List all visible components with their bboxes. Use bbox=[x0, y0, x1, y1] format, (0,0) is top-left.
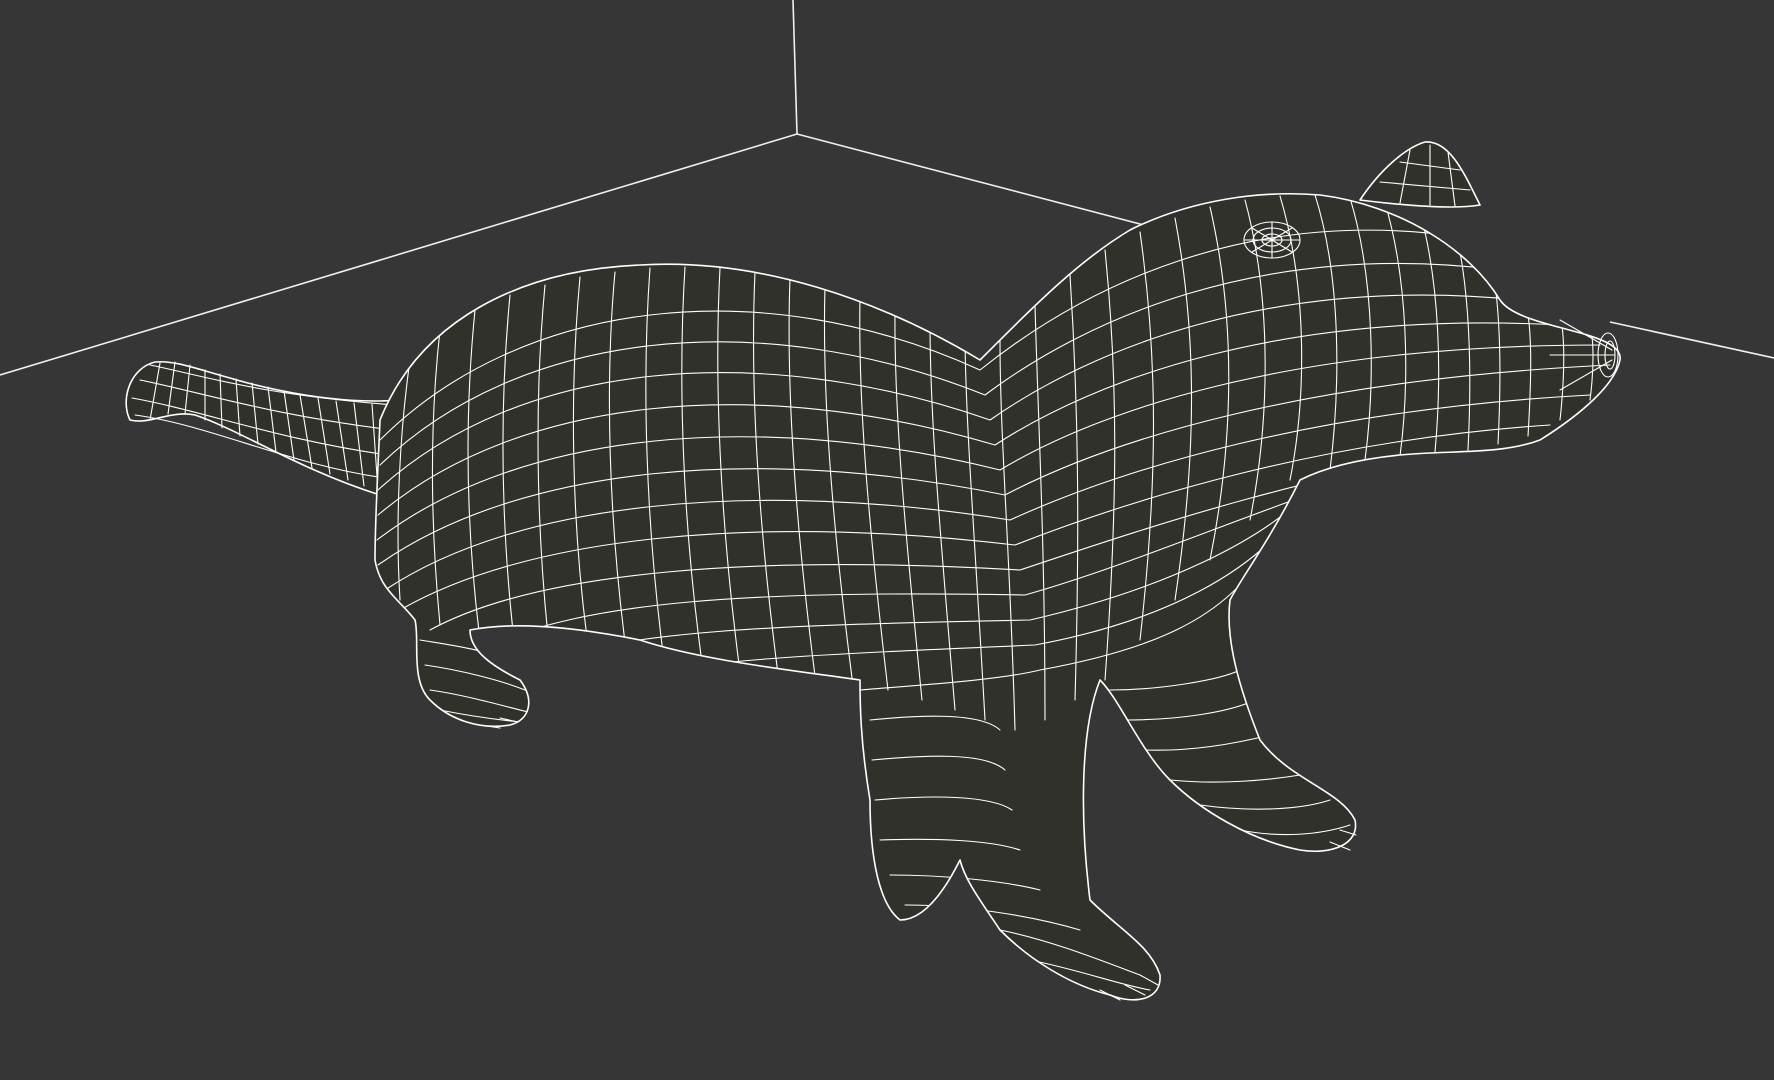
ear-mesh[interactable] bbox=[1359, 141, 1481, 208]
tail-mesh[interactable] bbox=[125, 360, 401, 496]
3d-viewport[interactable] bbox=[0, 0, 1774, 1080]
viewport-canvas[interactable] bbox=[0, 0, 1774, 1080]
wall-corner-line bbox=[792, 0, 798, 135]
floor-right-edge-front bbox=[1609, 321, 1774, 359]
eye-mesh[interactable] bbox=[1243, 221, 1301, 259]
body-silhouette[interactable] bbox=[374, 193, 1621, 1001]
ferret-mesh[interactable] bbox=[125, 141, 1621, 1001]
